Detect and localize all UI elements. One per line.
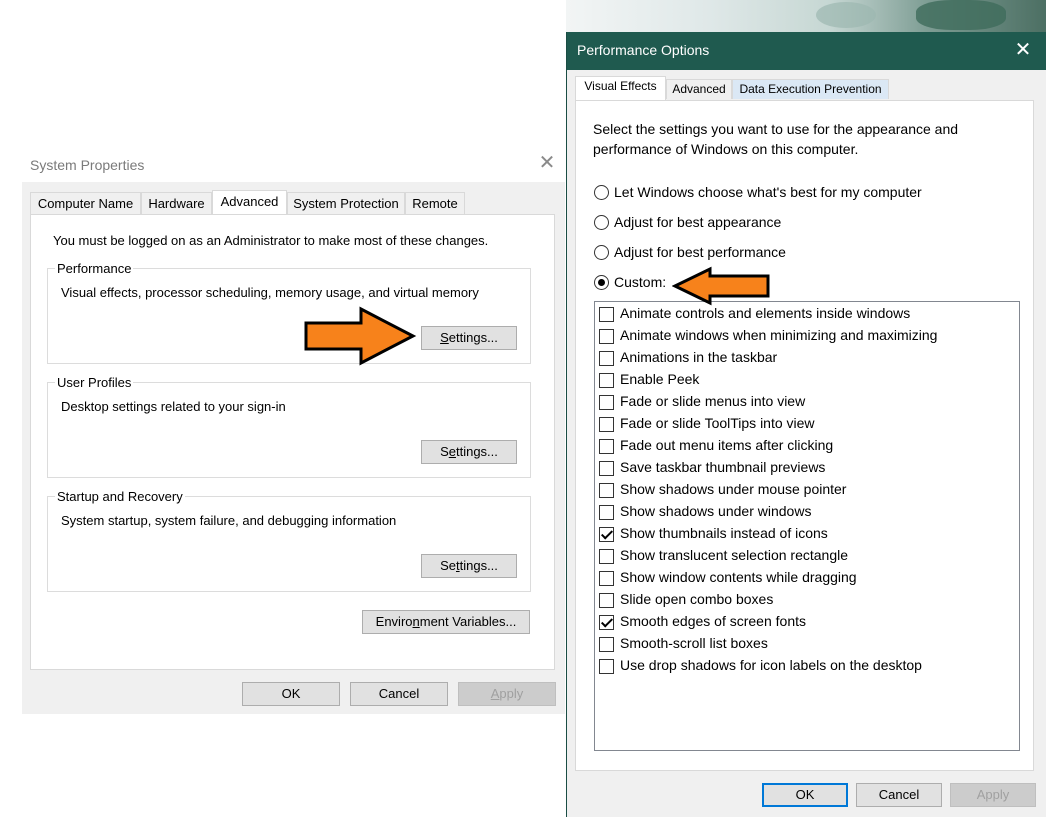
group-legend: Startup and Recovery	[55, 489, 185, 504]
advanced-tab-panel: You must be logged on as an Administrato…	[30, 214, 555, 670]
performance-options-window: Performance Options ✕ Visual Effects Adv…	[566, 32, 1046, 817]
annotation-arrow-right	[304, 306, 417, 366]
tab-system-protection[interactable]: System Protection	[287, 192, 405, 214]
group-legend: User Profiles	[55, 375, 134, 390]
group-description: System startup, system failure, and debu…	[61, 513, 397, 528]
radio-label: Adjust for best performance	[614, 244, 786, 260]
cancel-button[interactable]: Cancel	[350, 682, 448, 706]
checkbox[interactable]	[599, 373, 614, 388]
checkbox[interactable]	[599, 307, 614, 322]
checkbox[interactable]	[599, 505, 614, 520]
tab-remote[interactable]: Remote	[405, 192, 465, 214]
apply-button[interactable]: Apply	[458, 682, 556, 706]
radio-label: Adjust for best appearance	[614, 214, 782, 230]
user-profiles-settings-button[interactable]: Settings...	[421, 440, 517, 464]
checkbox[interactable]	[599, 637, 614, 652]
close-icon[interactable]: ✕	[535, 153, 559, 175]
desktop-background	[566, 0, 1046, 34]
radio-button[interactable]	[594, 245, 609, 260]
checkbox[interactable]	[599, 615, 614, 630]
checkbox[interactable]	[599, 483, 614, 498]
ok-button[interactable]: OK	[242, 682, 340, 706]
background-shape	[916, 0, 1006, 30]
cancel-button[interactable]: Cancel	[856, 783, 942, 807]
title-bar: System Properties ✕	[22, 146, 565, 182]
checkbox[interactable]	[599, 659, 614, 674]
background-shape	[816, 2, 876, 28]
checkbox[interactable]	[599, 527, 614, 542]
radio-label: Let Windows choose what's best for my co…	[614, 184, 922, 200]
tab-advanced[interactable]: Advanced	[666, 79, 732, 99]
checkbox[interactable]	[599, 329, 614, 344]
admin-note: You must be logged on as an Administrato…	[53, 233, 489, 248]
checkbox[interactable]	[599, 351, 614, 366]
checkbox[interactable]	[599, 571, 614, 586]
title-bar: Performance Options ✕	[567, 32, 1046, 70]
tab-hardware[interactable]: Hardware	[141, 192, 212, 214]
tab-computer-name[interactable]: Computer Name	[30, 192, 141, 214]
checkbox[interactable]	[599, 461, 614, 476]
startup-recovery-group: Startup and Recovery System startup, sys…	[47, 489, 531, 592]
system-properties-window: System Properties ✕ Computer Name Hardwa…	[22, 146, 565, 714]
annotation-arrow-left	[672, 266, 770, 306]
window-title: System Properties	[30, 157, 145, 173]
radio-button[interactable]	[594, 185, 609, 200]
group-legend: Performance	[55, 261, 134, 276]
apply-button[interactable]: Apply	[950, 783, 1036, 807]
group-description: Desktop settings related to your sign-in	[61, 399, 286, 414]
tab-visual-effects[interactable]: Visual Effects	[575, 76, 666, 100]
checkbox[interactable]	[599, 593, 614, 608]
radio-button[interactable]	[594, 275, 609, 290]
intro-text: Select the settings you want to use for …	[593, 121, 959, 157]
performance-group: Performance Visual effects, processor sc…	[47, 261, 531, 364]
performance-settings-button[interactable]: Settings...	[421, 326, 517, 350]
group-description: Visual effects, processor scheduling, me…	[61, 285, 479, 300]
visual-effects-list[interactable]: Animate controls and elements inside win…	[594, 301, 1020, 751]
window-title: Performance Options	[577, 42, 710, 58]
radio-button[interactable]	[594, 215, 609, 230]
ok-button[interactable]: OK	[762, 783, 848, 807]
environment-variables-button[interactable]: Environment Variables...	[362, 610, 530, 634]
user-profiles-group: User Profiles Desktop settings related t…	[47, 375, 531, 478]
close-icon[interactable]: ✕	[1012, 40, 1034, 62]
visual-effects-panel: Select the settings you want to use for …	[575, 100, 1034, 771]
checkbox[interactable]	[599, 439, 614, 454]
checkbox[interactable]	[599, 549, 614, 564]
tab-data-execution-prevention[interactable]: Data Execution Prevention	[732, 79, 889, 99]
tab-advanced[interactable]: Advanced	[212, 190, 287, 214]
startup-settings-button[interactable]: Settings...	[421, 554, 517, 578]
checkbox[interactable]	[599, 417, 614, 432]
radio-label: Custom:	[614, 274, 667, 290]
checkbox[interactable]	[599, 395, 614, 410]
